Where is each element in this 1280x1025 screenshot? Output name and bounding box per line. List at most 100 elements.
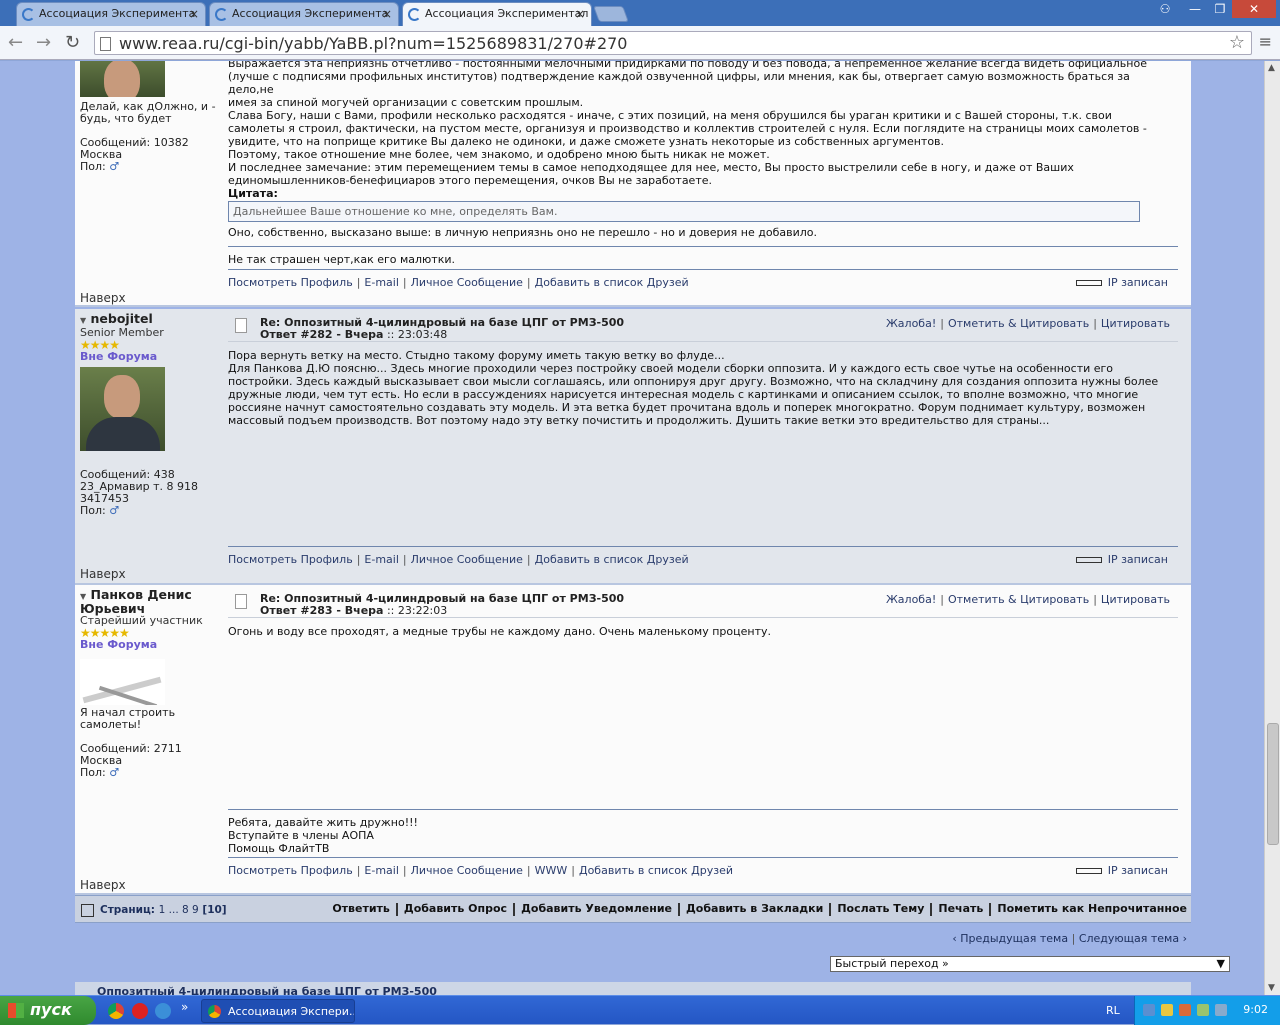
maximize-button[interactable]: ❐ bbox=[1207, 0, 1233, 18]
menu-icon[interactable]: ≡ bbox=[1259, 32, 1272, 51]
tray-app-icon[interactable] bbox=[1179, 1004, 1191, 1016]
browser-tab[interactable]: Ассоциация Эксперимента × bbox=[209, 2, 399, 26]
browser-tab-active[interactable]: Ассоциация Экспериментал × bbox=[402, 2, 592, 27]
author-name[interactable]: ▼ nebojitel bbox=[80, 312, 220, 327]
minimize-button[interactable]: — bbox=[1182, 0, 1208, 18]
post-line: постройки. Здесь каждый высказывает свои… bbox=[228, 375, 1159, 388]
www-link[interactable]: WWW bbox=[535, 864, 568, 877]
volume-icon[interactable] bbox=[1215, 1004, 1227, 1016]
online-status: Вне Форума bbox=[80, 638, 158, 651]
prev-topic-link[interactable]: ‹ Предыдущая тема bbox=[952, 932, 1068, 945]
language-indicator[interactable]: RL bbox=[1106, 1004, 1120, 1017]
close-tab-icon[interactable]: × bbox=[575, 7, 585, 21]
next-topic-link[interactable]: Следующая тема › bbox=[1079, 932, 1187, 945]
email-link[interactable]: E-mail bbox=[364, 553, 399, 566]
add-bookmark-button[interactable]: Добавить в Закладки bbox=[686, 902, 823, 915]
quick-jump-select[interactable]: Быстрый переход » ▼ bbox=[830, 956, 1230, 972]
email-link[interactable]: E-mail bbox=[364, 864, 399, 877]
author-signature: Я начал строить самолеты! bbox=[80, 706, 176, 731]
current-page: [10] bbox=[202, 904, 227, 916]
quote-link[interactable]: Цитировать bbox=[1101, 593, 1170, 606]
reload-icon[interactable]: ↻ bbox=[65, 33, 80, 53]
back-to-top-link[interactable]: Наверх bbox=[80, 567, 126, 581]
view-profile-link[interactable]: Посмотреть Профиль bbox=[228, 553, 353, 566]
scrollbar-thumb[interactable] bbox=[1267, 723, 1279, 845]
post-line: (лучше с подписями профильных институтов… bbox=[228, 70, 1130, 96]
author-name[interactable]: ▼ Панков Денис Юрьевич bbox=[80, 588, 220, 615]
site-favicon-icon bbox=[215, 8, 228, 21]
close-window-button[interactable]: ✕ bbox=[1232, 0, 1276, 18]
vertical-scrollbar[interactable]: ▲ ▼ bbox=[1264, 61, 1280, 995]
bookmark-star-icon[interactable]: ☆ bbox=[1229, 32, 1245, 53]
add-notify-button[interactable]: Добавить Уведомление bbox=[521, 902, 672, 915]
report-link[interactable]: Жалоба! bbox=[886, 317, 936, 330]
page-links[interactable]: 1 ... 8 9 bbox=[159, 904, 199, 916]
add-poll-button[interactable]: Добавить Опрос bbox=[404, 902, 507, 915]
page-list: Страниц: 1 ... 8 9 [10] bbox=[100, 904, 227, 916]
ip-icon bbox=[1075, 557, 1102, 563]
network-icon[interactable] bbox=[1143, 1004, 1155, 1016]
page-viewport: Делай, как дОлжно, и - будь, что будет С… bbox=[0, 61, 1264, 995]
forward-icon[interactable]: → bbox=[36, 33, 51, 53]
collapse-arrow-icon[interactable]: ▼ bbox=[80, 316, 86, 325]
user-icon[interactable]: ⚇ bbox=[1152, 0, 1178, 18]
back-to-top-link[interactable]: Наверх bbox=[80, 878, 126, 892]
close-tab-icon[interactable]: × bbox=[382, 7, 392, 21]
opera-quicklaunch-icon[interactable] bbox=[132, 1003, 148, 1019]
tab-label: Ассоциация Эксперимента bbox=[39, 7, 196, 20]
private-message-link[interactable]: Личное Сообщение bbox=[411, 276, 523, 289]
ip-icon bbox=[1075, 868, 1102, 874]
post-line: Поэтому, такое отношение мне более, чем … bbox=[228, 148, 770, 161]
scroll-down-icon[interactable]: ▼ bbox=[1268, 983, 1275, 993]
chrome-icon bbox=[208, 1005, 221, 1018]
signature-line: Вступайте в члены АОПА bbox=[228, 829, 374, 842]
mark-quote-link[interactable]: Отметить & Цитировать bbox=[948, 593, 1089, 606]
author-signature: Делай, как дОлжно, и - будь, что будет bbox=[80, 100, 216, 125]
mark-unread-button[interactable]: Пометить как Непрочитанное bbox=[997, 902, 1187, 915]
mark-quote-link[interactable]: Отметить & Цитировать bbox=[948, 317, 1089, 330]
close-tab-icon[interactable]: × bbox=[189, 7, 199, 21]
quick-jump-value: Быстрый переход » bbox=[835, 957, 949, 970]
add-friend-link[interactable]: Добавить в список Друзей bbox=[535, 276, 689, 289]
post-signature: Не так страшен черт,как его малютки. bbox=[228, 253, 456, 266]
view-profile-link[interactable]: Посмотреть Профиль bbox=[228, 276, 353, 289]
print-button[interactable]: Печать bbox=[938, 902, 983, 915]
browser-tab[interactable]: Ассоциация Эксперимента × bbox=[16, 2, 206, 26]
private-message-link[interactable]: Личное Сообщение bbox=[411, 553, 523, 566]
taskbar-window-button[interactable]: Ассоциация Экспери... bbox=[201, 999, 355, 1023]
post-author: ▼ nebojitel Senior Member ★★★★ Вне Форум… bbox=[80, 312, 220, 517]
ip-logged: IP записан bbox=[1075, 864, 1168, 877]
post-line: Пора вернуть ветку на место. Стыдно тако… bbox=[228, 349, 725, 362]
post-signature: Ребята, давайте жить дружно!!! Вступайте… bbox=[228, 816, 1178, 855]
tray-app-icon[interactable] bbox=[1161, 1004, 1173, 1016]
reply-button[interactable]: Ответить bbox=[332, 902, 390, 915]
signature-divider bbox=[228, 246, 1178, 247]
online-status: Вне Форума bbox=[80, 350, 158, 363]
post-footer: Посмотреть Профиль | E-mail | Личное Сообщен… bbox=[228, 553, 1168, 566]
clock[interactable]: 9:02 bbox=[1243, 1003, 1268, 1016]
quicklaunch-more-icon[interactable]: » bbox=[181, 1000, 188, 1014]
quote-label: Цитата: bbox=[228, 187, 278, 200]
send-topic-button[interactable]: Послать Тему bbox=[837, 902, 924, 915]
collapse-arrow-icon[interactable]: ▼ bbox=[80, 592, 86, 601]
quote-link[interactable]: Цитировать bbox=[1101, 317, 1170, 330]
ie-quicklaunch-icon[interactable] bbox=[155, 1003, 171, 1019]
email-link[interactable]: E-mail bbox=[364, 276, 399, 289]
private-message-link[interactable]: Личное Сообщение bbox=[411, 864, 523, 877]
add-friend-link[interactable]: Добавить в список Друзей bbox=[535, 553, 689, 566]
view-profile-link[interactable]: Посмотреть Профиль bbox=[228, 864, 353, 877]
back-icon[interactable]: ← bbox=[8, 33, 23, 53]
address-bar[interactable]: www.reaa.ru/cgi-bin/yabb/YaBB.pl?num=152… bbox=[94, 31, 1252, 55]
ip-logged: IP записан bbox=[1075, 553, 1168, 566]
chrome-quicklaunch-icon[interactable] bbox=[108, 1003, 124, 1019]
report-link[interactable]: Жалоба! bbox=[886, 593, 936, 606]
start-button[interactable]: пуск bbox=[0, 996, 96, 1025]
dropdown-arrow-icon: ▼ bbox=[1216, 957, 1225, 970]
footer-divider bbox=[228, 269, 1178, 270]
back-to-top-link[interactable]: Наверх bbox=[80, 291, 126, 305]
footer-divider bbox=[228, 546, 1178, 547]
tray-app-icon[interactable] bbox=[1197, 1004, 1209, 1016]
new-tab-button[interactable] bbox=[593, 6, 629, 22]
scroll-up-icon[interactable]: ▲ bbox=[1268, 63, 1275, 73]
add-friend-link[interactable]: Добавить в список Друзей bbox=[579, 864, 733, 877]
